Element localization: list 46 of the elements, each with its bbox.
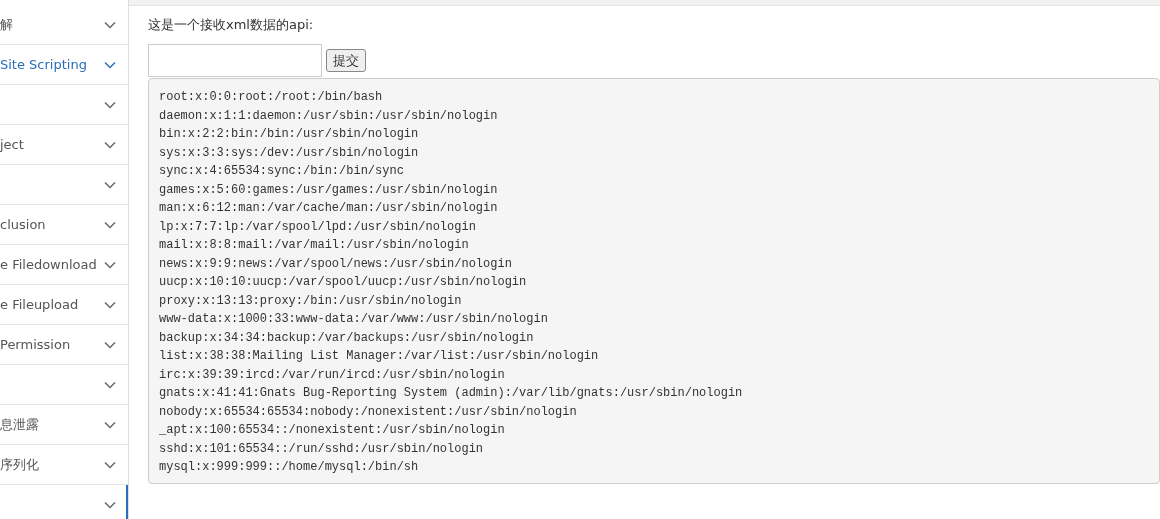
output-line: nobody:x:65534:65534:nobody:/nonexistent:/usr/sbin/nologin	[159, 403, 578, 421]
sidebar-item[interactable]: clusion	[0, 205, 128, 245]
output-line: uucp:x:10:10:uucp:/var/spool/uucp:/usr/sbin/nologin	[159, 274, 528, 291]
chevron-down-icon	[104, 220, 116, 229]
output-line: mail:x:8:8:mail:/var/mail:/usr/sbin/nologin	[159, 237, 470, 254]
output-line: proxy:x:13:13:proxy:/bin:/usr/sbin/nologin	[159, 292, 463, 310]
output-line: man:x:6:12:man:/var/cache/man:/usr/sbin/nologin	[159, 200, 499, 217]
output-line: backup:x:34:34:backup:/var/backups:/usr/sbin/nologin	[159, 329, 535, 347]
output-line: gnats:x:41:41:Gnats Bug-Reporting System (admin):/var/lib/gnats:/usr/sbin/nologin	[159, 385, 744, 402]
output-line: sshd:x:101:65534::/run/sshd:/usr/sbin/nologin	[159, 440, 485, 458]
chevron-down-icon	[104, 100, 116, 109]
output-line: lp:x:7:7:lp:/var/spool/lpd:/usr/sbin/nologin	[159, 218, 477, 236]
sidebar-item[interactable]: Site Scripting	[0, 45, 128, 85]
chevron-down-icon	[104, 500, 116, 509]
output-line: bin:x:2:2:bin:/bin:/usr/sbin/nologin	[159, 126, 420, 143]
chevron-down-icon	[104, 20, 116, 29]
output-line: mysql:x:999:999::/home/mysql:/bin/sh	[159, 459, 420, 476]
sidebar-item[interactable]: e Fileupload	[0, 285, 128, 325]
sidebar-item[interactable]: ject	[0, 125, 128, 165]
output-line: irc:x:39:39:ircd:/var/run/ircd:/usr/sbin/nologin	[159, 366, 506, 384]
chevron-down-icon	[104, 380, 116, 389]
chevron-down-icon	[104, 420, 116, 429]
chevron-down-icon	[104, 180, 116, 189]
chevron-down-icon	[104, 140, 116, 149]
output-line: _apt:x:100:65534::/nonexistent:/usr/sbin/nologin	[159, 422, 506, 439]
chevron-down-icon	[104, 60, 116, 69]
xml-input-field[interactable]	[148, 44, 322, 77]
output-line: root:x:0:0:root:/root:/bin/bash	[159, 89, 384, 106]
chevron-down-icon	[104, 260, 116, 269]
output-line: sys:x:3:3:sys:/dev:/usr/sbin/nologin	[159, 144, 420, 162]
sidebar-item[interactable]: 序列化	[0, 445, 128, 485]
chevron-down-icon	[104, 300, 116, 309]
sidebar-item[interactable]: e Filedownload	[0, 245, 128, 285]
output-line: games:x:5:60:games:/usr/games:/usr/sbin/nologin	[159, 181, 499, 199]
intro-text: 这是一个接收xml数据的api:	[148, 16, 315, 34]
submit-button[interactable]: 提交	[326, 49, 366, 72]
chevron-down-icon	[104, 460, 116, 469]
sidebar-item[interactable]: 息泄露	[0, 405, 128, 445]
chevron-down-icon	[104, 340, 116, 349]
sidebar-item[interactable]: 解	[0, 5, 128, 45]
output-line: www-data:x:1000:33:www-data:/var/www:/usr/sbin/nologin	[159, 311, 549, 328]
output-line: sync:x:4:65534:sync:/bin:/bin/sync	[159, 163, 405, 180]
output-line: daemon:x:1:1:daemon:/usr/sbin:/usr/sbin/nologin	[159, 107, 499, 125]
sidebar-item[interactable]: Permission	[0, 325, 128, 365]
output-line: news:x:9:9:news:/var/spool/news:/usr/sbin/nologin	[159, 255, 513, 273]
output-line: list:x:38:38:Mailing List Manager:/var/list:/usr/sbin/nologin	[159, 348, 600, 365]
